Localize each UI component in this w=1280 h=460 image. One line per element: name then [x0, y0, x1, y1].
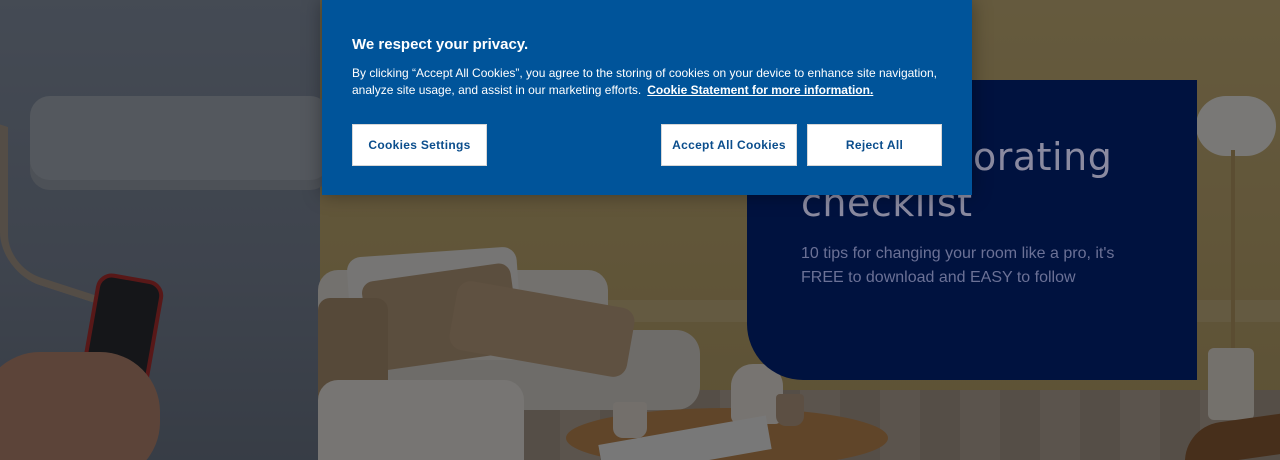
cookie-statement-link[interactable]: Cookie Statement for more information. [647, 83, 873, 97]
cookie-banner-title: We respect your privacy. [352, 36, 529, 53]
cookies-settings-button[interactable]: Cookies Settings [352, 124, 487, 166]
accept-all-cookies-button[interactable]: Accept All Cookies [661, 124, 797, 166]
cookie-banner-description: By clicking “Accept All Cookies”, you ag… [352, 65, 952, 99]
reject-all-button[interactable]: Reject All [807, 124, 942, 166]
promo-description: 10 tips for changing your room like a pr… [801, 245, 1115, 286]
cookie-consent-banner: We respect your privacy. By clicking “Ac… [322, 0, 972, 195]
